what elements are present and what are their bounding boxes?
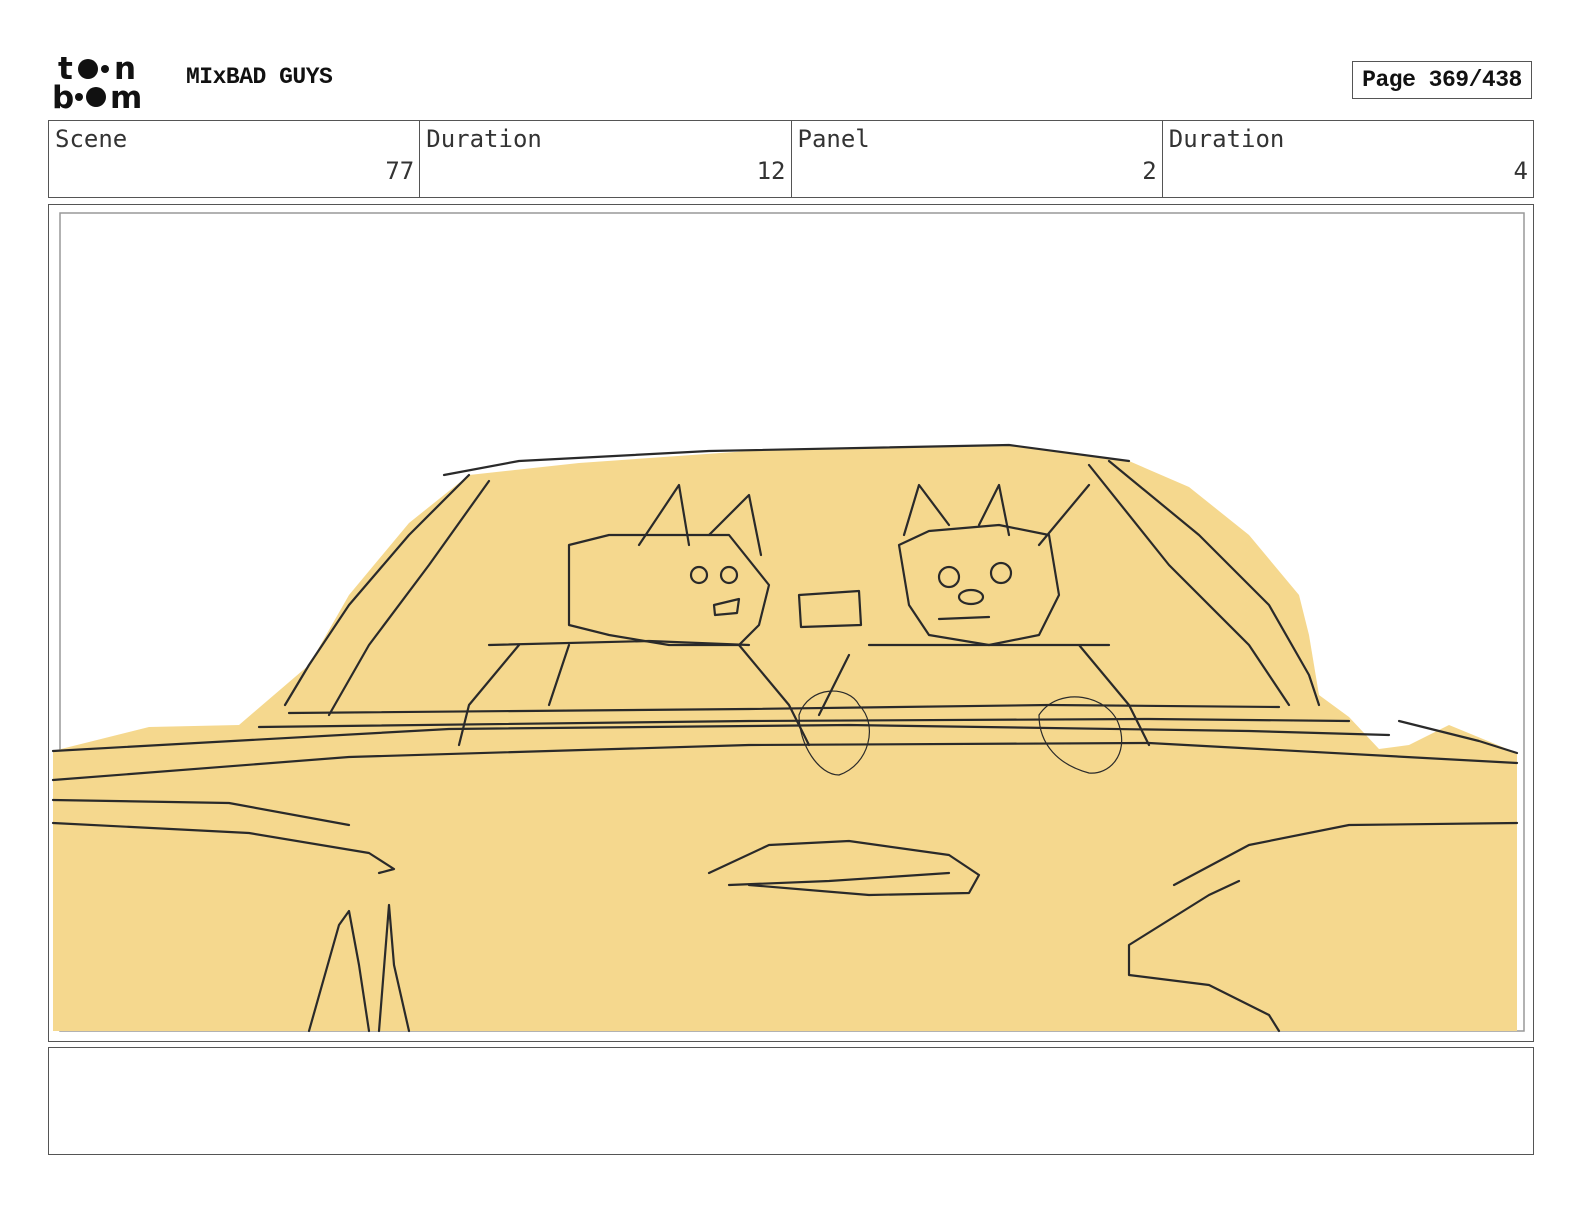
panel-duration-value: 4: [1513, 157, 1528, 185]
panel-notes: [48, 1047, 1534, 1155]
panel-cell: Panel 2: [792, 121, 1163, 197]
project-title: MIxBAD GUYS: [186, 64, 333, 90]
scene-duration-value: 12: [756, 157, 786, 185]
panel-label: Panel: [797, 125, 870, 153]
scene-label: Scene: [55, 125, 128, 153]
scene-info-row: Scene 77 Duration 12 Panel 2 Duration 4: [48, 120, 1534, 198]
scene-value: 77: [385, 157, 415, 185]
panel-sketch: [51, 212, 1525, 1033]
scene-duration-cell: Duration 12: [420, 121, 792, 197]
svg-text:b: b: [52, 80, 74, 110]
scene-cell: Scene 77: [49, 121, 421, 197]
scene-duration-label: Duration: [426, 125, 542, 153]
toonboom-logo: t n b m: [52, 52, 142, 110]
panel-duration-cell: Duration 4: [1163, 121, 1533, 197]
page-number: Page 369/438: [1352, 61, 1532, 99]
storyboard-panel: [48, 204, 1534, 1042]
svg-text:m: m: [110, 80, 142, 110]
panel-value: 2: [1142, 157, 1157, 185]
panel-duration-label: Duration: [1168, 125, 1285, 153]
